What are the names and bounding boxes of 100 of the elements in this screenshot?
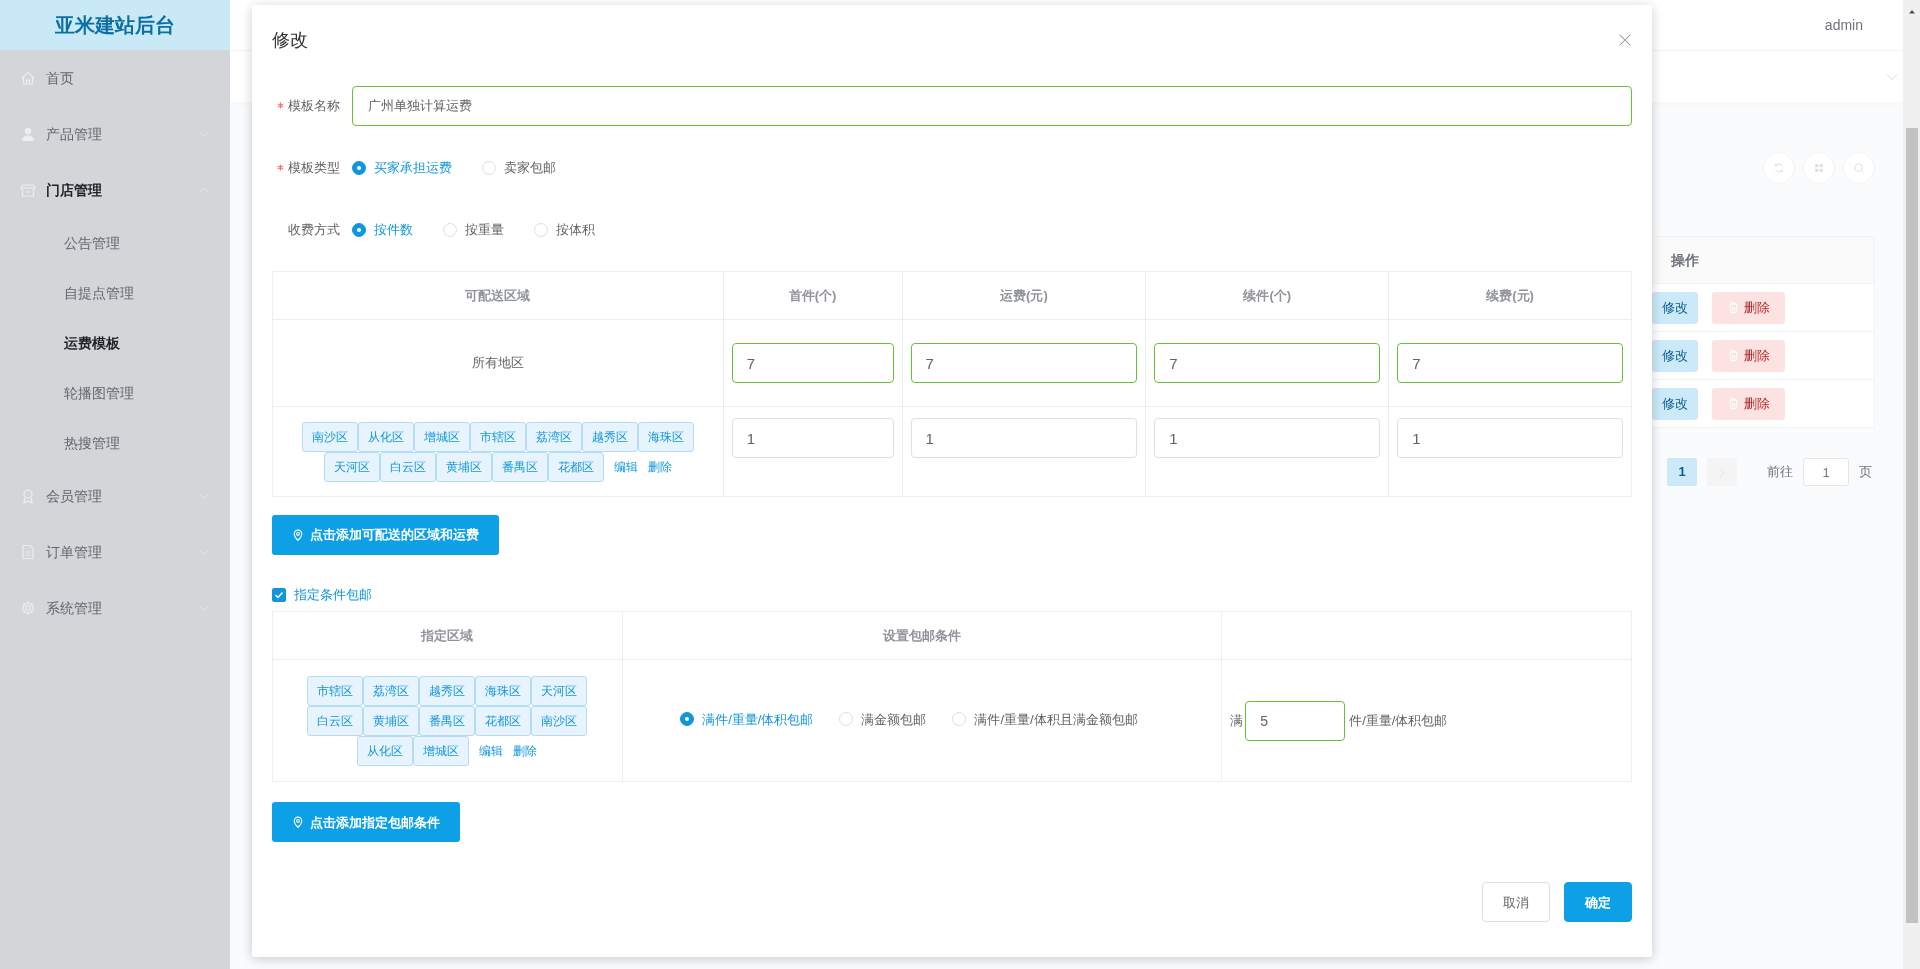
menu-item[interactable]: 产品管理: [0, 106, 230, 162]
trash-icon: [1727, 349, 1740, 362]
number-field[interactable]: 7: [1397, 343, 1623, 383]
region-tag: 天河区: [531, 675, 588, 706]
radio-button[interactable]: 卖家包邮: [482, 158, 556, 178]
scroll-up-icon[interactable]: [1907, 8, 1916, 16]
column-header: 运费(元): [902, 271, 1146, 320]
number-field[interactable]: 7: [1154, 343, 1381, 383]
delete-button[interactable]: 删除: [1712, 339, 1785, 372]
column-header: 可配送区域: [272, 271, 724, 320]
confirm-button[interactable]: 确定: [1564, 882, 1632, 923]
user-icon: [20, 126, 36, 142]
menu-item[interactable]: 系统管理: [0, 580, 230, 636]
menu-item[interactable]: 门店管理: [0, 162, 230, 218]
column-header: 操作: [1671, 250, 1699, 270]
region-tag: 增城区: [413, 735, 470, 766]
shop-icon: [20, 182, 36, 198]
region-tag: 海珠区: [637, 421, 694, 452]
location-pin-icon: [292, 529, 304, 541]
region-tag: 海珠区: [475, 675, 532, 706]
toolbar-button[interactable]: [1843, 152, 1875, 184]
close-icon: [1618, 33, 1632, 47]
region-tag: 南沙区: [301, 421, 358, 452]
radio-button[interactable]: 按重量: [443, 220, 504, 240]
location-pin-icon: [292, 816, 304, 829]
scrollbar[interactable]: [1903, 0, 1920, 969]
action-link[interactable]: 删除: [513, 741, 538, 760]
action-link[interactable]: 编辑: [479, 741, 504, 760]
number-field[interactable]: 1: [910, 418, 1138, 458]
region-tag: 花都区: [475, 705, 532, 736]
region-tag: 市辖区: [307, 675, 364, 706]
user-name[interactable]: admin: [1824, 14, 1863, 36]
area-text: 所有地区: [471, 355, 524, 371]
region-tag: 越秀区: [419, 675, 476, 706]
field-label: 收费方式: [287, 221, 341, 240]
action-link[interactable]: 删除: [647, 457, 672, 476]
toolbar-button[interactable]: [1803, 152, 1835, 184]
menu-label: 门店管理: [46, 180, 102, 200]
submenu-item[interactable]: 运费模板: [0, 318, 230, 368]
radio-button[interactable]: 按体积: [534, 220, 595, 240]
radio-button[interactable]: 按件数: [352, 220, 413, 240]
region-tag: 白云区: [379, 451, 436, 482]
region-tag: 番禺区: [419, 705, 476, 736]
trash-icon: [1727, 301, 1740, 314]
region-tag: 越秀区: [581, 421, 638, 452]
region-tag: 市辖区: [469, 421, 526, 452]
close-button[interactable]: [1618, 33, 1632, 47]
region-tag: 天河区: [323, 451, 380, 482]
submenu-item[interactable]: 公告管理: [0, 218, 230, 268]
submenu-item[interactable]: 轮播图管理: [0, 368, 230, 418]
number-field[interactable]: 7: [731, 343, 894, 383]
document-icon: [20, 544, 36, 560]
submenu-item[interactable]: 自提点管理: [0, 268, 230, 318]
number-field[interactable]: 1: [1397, 418, 1623, 458]
radio-button[interactable]: 满件/重量/体积包邮: [680, 709, 814, 730]
region-tag: 荔湾区: [363, 675, 420, 706]
radio-button[interactable]: 买家承担运费: [352, 158, 452, 178]
region-tag: 黄埔区: [435, 451, 492, 482]
column-header: 指定区域: [272, 611, 623, 660]
column-header: 续费(元): [1388, 271, 1632, 320]
home-icon: [20, 70, 36, 86]
refresh-icon: [1773, 162, 1785, 174]
menu-item[interactable]: 会员管理: [0, 468, 230, 524]
checkbox[interactable]: 指定条件包邮: [272, 585, 372, 605]
edit-button[interactable]: 修改: [1652, 291, 1698, 324]
action-link[interactable]: 编辑: [613, 457, 638, 476]
region-tag: 番禺区: [491, 451, 548, 482]
menu-label: 产品管理: [46, 124, 102, 144]
name-field[interactable]: 广州单独计算运费: [352, 86, 1632, 126]
radio-button[interactable]: 满金额包邮: [839, 709, 927, 730]
prefix-text: 满: [1230, 712, 1244, 730]
edit-button[interactable]: 修改: [1652, 339, 1698, 372]
region-tag: 黄埔区: [363, 705, 420, 736]
grid-icon: [1813, 162, 1825, 174]
add-button[interactable]: 点击添加可配送的区域和运费: [272, 515, 499, 555]
radio-button[interactable]: 满件/重量/体积且满金额包邮: [952, 709, 1138, 730]
toolbar-button[interactable]: [1763, 152, 1795, 184]
number-field[interactable]: 1: [731, 418, 894, 458]
delete-button[interactable]: 删除: [1712, 387, 1785, 420]
region-tag: 增城区: [413, 421, 470, 452]
column-header: 首件(个): [723, 271, 902, 320]
page-button[interactable]: 1: [1667, 458, 1697, 486]
field-label: 模板类型: [272, 158, 352, 178]
next-page-button[interactable]: [1707, 458, 1737, 486]
cancel-button[interactable]: 取消: [1482, 882, 1550, 923]
column-header: 续件(个): [1145, 271, 1389, 320]
search-icon: [1853, 162, 1865, 174]
trash-icon: [1727, 397, 1740, 410]
number-field[interactable]: 1: [1154, 418, 1381, 458]
region-tag: 南沙区: [531, 705, 588, 736]
delete-button[interactable]: 删除: [1712, 291, 1785, 324]
submenu-item[interactable]: 热搜管理: [0, 418, 230, 468]
edit-button[interactable]: 修改: [1652, 387, 1698, 420]
amount-field[interactable]: 5: [1245, 700, 1346, 741]
number-field[interactable]: 7: [910, 343, 1138, 383]
menu-item[interactable]: 首页: [0, 50, 230, 106]
page-input[interactable]: 1: [1803, 458, 1849, 486]
add-button[interactable]: 点击添加指定包邮条件: [272, 802, 460, 843]
menu-item[interactable]: 订单管理: [0, 524, 230, 580]
medal-icon: [20, 488, 36, 504]
